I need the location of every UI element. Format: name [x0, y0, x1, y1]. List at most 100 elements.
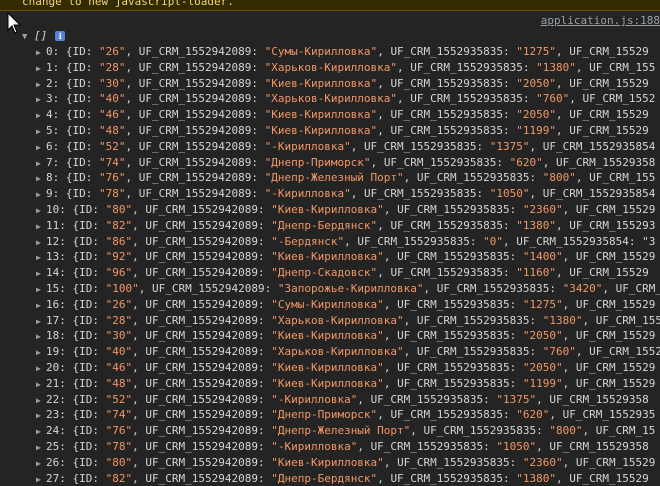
entry-index: 13:: [46, 250, 73, 264]
expand-triangle-icon[interactable]: ▶: [36, 45, 46, 60]
id-key: ID:: [79, 360, 106, 374]
price-value: "1380": [516, 218, 557, 232]
comma: ,: [383, 455, 398, 469]
expand-triangle-icon[interactable]: ▶: [36, 108, 46, 123]
comma: ,: [132, 250, 146, 264]
id-value: "48": [99, 123, 126, 137]
array-entry-row[interactable]: ▶ 14: {ID: "96", UF_CRM_1552942089: "Днеп…: [36, 265, 660, 281]
array-entry-row[interactable]: ▶ 6: {ID: "52", UF_CRM_1552942089: "-Кири…: [36, 139, 660, 155]
expand-triangle-icon[interactable]: ▶: [36, 203, 46, 218]
entry-index: 5:: [46, 123, 66, 137]
crm-key: UF_CRM_1552935835:: [416, 313, 543, 327]
route-name-value: "Киев-Кирилловка": [264, 76, 378, 90]
id-key: ID:: [79, 313, 106, 327]
expand-triangle-icon[interactable]: ▶: [36, 266, 46, 281]
expand-triangle-icon[interactable]: ▶: [36, 345, 46, 360]
crm-key: UF_CRM_1552942089:: [138, 187, 265, 201]
id-value: "96": [105, 266, 133, 280]
array-entry-row[interactable]: ▶ 21: {ID: "48", UF_CRM_1552942089: "Киев…: [36, 376, 660, 392]
expand-triangle-icon[interactable]: ▶: [36, 61, 46, 76]
array-entry-row[interactable]: ▶ 13: {ID: "92", UF_CRM_1552942089: "Киев…: [36, 249, 660, 265]
array-entry-row[interactable]: ▶ 24: {ID: "76", UF_CRM_1552942089: "Днеп…: [36, 423, 660, 439]
expand-caret-icon[interactable]: ▼: [22, 30, 34, 44]
crm-key: UF_CRM_1552942089:: [138, 76, 265, 90]
array-entry-row[interactable]: ▶ 1: {ID: "28", UF_CRM_1552942089: "Харьк…: [36, 60, 660, 76]
crm-key: UF_CRM_1552942089:: [145, 202, 272, 216]
expand-triangle-icon[interactable]: ▶: [36, 171, 46, 186]
expand-triangle-icon[interactable]: ▶: [36, 156, 46, 171]
crm-key: UF_CRM_1552935835:: [397, 360, 523, 374]
source-file-link[interactable]: application.js:188: [541, 13, 660, 29]
crm-key: UF_CRM_1552935835:: [390, 408, 517, 422]
expand-triangle-icon[interactable]: ▶: [36, 393, 46, 408]
expand-triangle-icon[interactable]: ▶: [36, 235, 46, 250]
crm-key: UF_CRM_1552935835:: [397, 202, 523, 216]
id-value: "40": [105, 345, 133, 359]
array-entry-row[interactable]: ▶ 18: {ID: "30", UF_CRM_1552942089: "Киев…: [36, 328, 660, 344]
array-entry-row[interactable]: ▶ 10: {ID: "80", UF_CRM_1552942089: "Киев…: [36, 202, 660, 218]
array-entry-row[interactable]: ▶ 7: {ID: "74", UF_CRM_1552942089: "Днепр…: [36, 155, 660, 171]
id-key: ID:: [72, 155, 99, 169]
expand-triangle-icon[interactable]: ▶: [36, 219, 46, 234]
id-value: "30": [99, 76, 126, 90]
crm-key: UF_CRM_1552935835:: [390, 123, 517, 137]
expand-triangle-icon[interactable]: ▶: [36, 124, 46, 139]
array-entry-row[interactable]: ▶ 0: {ID: "26", UF_CRM_1552942089: "Сумы-…: [36, 44, 660, 60]
array-entry-row[interactable]: ▶ 15: {ID: "100", UF_CRM_1552942089: "Зап…: [36, 281, 660, 297]
truncated-tail: , UF_CRM_15529: [562, 329, 656, 343]
array-entry-row[interactable]: ▶ 11: {ID: "82", UF_CRM_1552942089: "Днеп…: [36, 218, 660, 234]
id-key: ID:: [79, 439, 106, 453]
price-value: "1380": [536, 60, 576, 74]
expand-triangle-icon[interactable]: ▶: [36, 77, 46, 92]
array-entry-row[interactable]: ▶ 3: {ID: "40", UF_CRM_1552942089: "Харьк…: [36, 91, 660, 107]
array-entry-row[interactable]: ▶ 4: {ID: "46", UF_CRM_1552942089: "Киев-…: [36, 107, 660, 123]
expand-triangle-icon[interactable]: ▶: [36, 424, 46, 439]
array-entry-row[interactable]: ▶ 12: {ID: "86", UF_CRM_1552942089: "-Бер…: [36, 234, 660, 250]
id-key: ID:: [79, 329, 106, 343]
expand-triangle-icon[interactable]: ▶: [36, 456, 46, 471]
expand-triangle-icon[interactable]: ▶: [36, 440, 46, 455]
array-entry-row[interactable]: ▶ 23: {ID: "74", UF_CRM_1552942089: "Днеп…: [36, 407, 660, 423]
array-entry-row[interactable]: ▶ 2: {ID: "30", UF_CRM_1552942089: "Киев-…: [36, 76, 660, 92]
expand-triangle-icon[interactable]: ▶: [36, 250, 46, 265]
array-entry-row[interactable]: ▶ 26: {ID: "80", UF_CRM_1552942089: "Киев…: [36, 455, 660, 471]
truncated-tail: , UF_CRM_15529: [562, 250, 656, 264]
id-value: "40": [99, 92, 126, 106]
array-entry-row[interactable]: ▶ 5: {ID: "48", UF_CRM_1552942089: "Киев-…: [36, 123, 660, 139]
entry-index: 15:: [46, 281, 73, 295]
expand-triangle-icon[interactable]: ▶: [36, 140, 46, 155]
id-value: "74": [99, 155, 126, 169]
comma: ,: [403, 171, 417, 185]
expand-triangle-icon[interactable]: ▶: [36, 377, 46, 392]
id-key: ID:: [79, 392, 106, 406]
price-value: "0": [483, 234, 504, 248]
array-entry-row[interactable]: ▶ 20: {ID: "46", UF_CRM_1552942089: "Киев…: [36, 360, 660, 376]
expand-triangle-icon[interactable]: ▶: [36, 329, 46, 344]
array-expander[interactable]: ▼[] i: [22, 29, 66, 44]
expand-triangle-icon[interactable]: ▶: [36, 187, 46, 202]
array-entry-row[interactable]: ▶ 19: {ID: "40", UF_CRM_1552942089: "Харь…: [36, 344, 660, 360]
truncated-tail: , UF_CRM_15529: [556, 471, 649, 485]
expand-triangle-icon[interactable]: ▶: [36, 408, 46, 423]
comma: ,: [132, 313, 146, 327]
expand-triangle-icon[interactable]: ▶: [36, 298, 46, 313]
comma: ,: [397, 92, 411, 106]
array-entry-row[interactable]: ▶ 8: {ID: "76", UF_CRM_1552942089: "Днепр…: [36, 170, 660, 186]
price-value: "800": [549, 424, 583, 438]
brace: {: [65, 187, 73, 201]
expand-triangle-icon[interactable]: ▶: [36, 282, 46, 297]
expand-triangle-icon[interactable]: ▶: [36, 314, 46, 329]
truncated-tail: , UF_CRM_1552935854: "3: [503, 234, 656, 248]
comma: ,: [423, 281, 437, 295]
expand-triangle-icon[interactable]: ▶: [36, 92, 46, 107]
crm-key: UF_CRM_1552942089:: [145, 329, 272, 343]
comma: ,: [132, 297, 146, 311]
array-entry-row[interactable]: ▶ 17: {ID: "28", UF_CRM_1552942089: "Харь…: [36, 313, 660, 329]
array-entry-row[interactable]: ▶ 25: {ID: "78", UF_CRM_1552942089: "-Кир…: [36, 439, 660, 455]
entry-index: 6:: [46, 139, 66, 153]
array-entry-row[interactable]: ▶ 16: {ID: "26", UF_CRM_1552942089: "Сумы…: [36, 297, 660, 313]
array-entry-row[interactable]: ▶ 22: {ID: "52", UF_CRM_1552942089: "-Кир…: [36, 392, 660, 408]
expand-triangle-icon[interactable]: ▶: [36, 361, 46, 376]
array-entry-row[interactable]: ▶ 9: {ID: "78", UF_CRM_1552942089: "-Кири…: [36, 186, 660, 202]
info-icon[interactable]: i: [55, 31, 66, 41]
